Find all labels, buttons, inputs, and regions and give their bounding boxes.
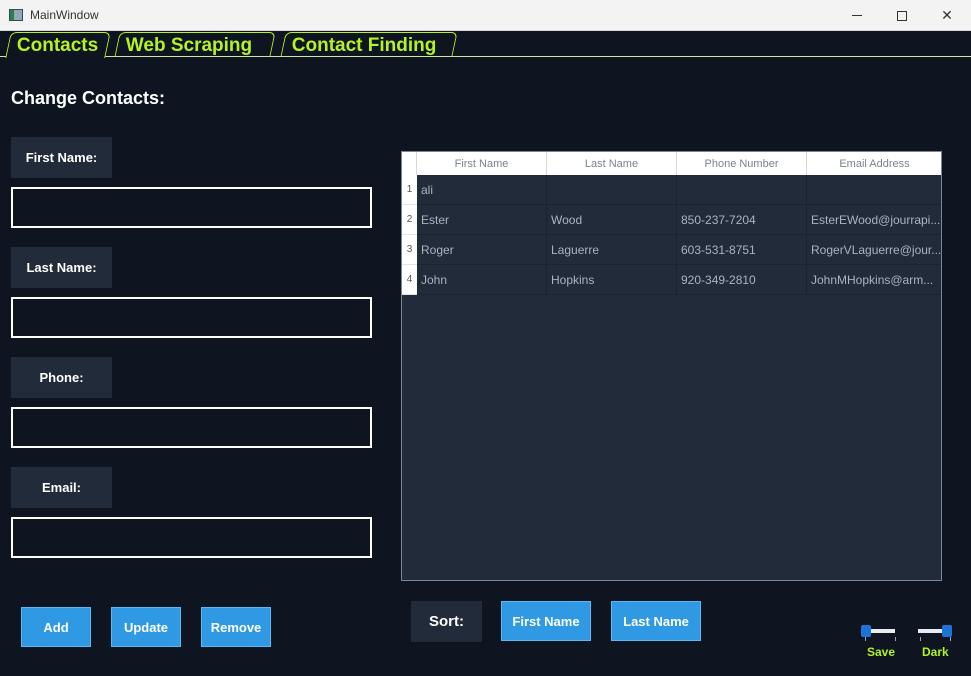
dark-label: Dark	[922, 645, 949, 659]
dark-slider-handle[interactable]	[942, 625, 952, 637]
cell-email[interactable]	[807, 175, 941, 205]
header-first-name[interactable]: First Name	[417, 152, 547, 175]
header-phone-number[interactable]: Phone Number	[677, 152, 807, 175]
last-name-input[interactable]	[11, 297, 372, 338]
table-row[interactable]: John Hopkins 920-349-2810 JohnMHopkins@a…	[417, 265, 941, 295]
minimize-button[interactable]	[834, 0, 880, 31]
table-row[interactable]: Ester Wood 850-237-7204 EsterEWood@jourr…	[417, 205, 941, 235]
slider-tick	[895, 637, 896, 641]
contacts-table[interactable]: First Name Last Name Phone Number Email …	[401, 151, 942, 581]
table-row[interactable]: ali	[417, 175, 941, 205]
cell-email[interactable]: JohnMHopkins@arm...	[807, 265, 941, 295]
cell-email[interactable]: RogerVLaguerre@jour...	[807, 235, 941, 265]
sort-label: Sort:	[411, 601, 482, 642]
page-title: Change Contacts:	[11, 88, 166, 108]
row-number[interactable]: 1	[402, 175, 417, 205]
slider-tick	[950, 637, 951, 641]
minimize-icon	[852, 15, 862, 16]
save-slider[interactable]	[861, 625, 897, 641]
last-name-label: Last Name:	[11, 247, 112, 288]
tab-contacts[interactable]: Contacts	[5, 32, 111, 58]
maximize-icon	[897, 10, 907, 21]
row-number[interactable]: 2	[402, 205, 417, 235]
phone-input[interactable]	[11, 407, 372, 448]
sort-last-name-button[interactable]: Last Name	[611, 601, 701, 641]
cell-first-name[interactable]: John	[417, 265, 547, 295]
tab-web-scraping-label: Web Scraping	[125, 35, 253, 56]
tab-contact-finding-label: Contact Finding	[291, 35, 437, 56]
header-corner[interactable]	[402, 152, 417, 175]
close-icon: ✕	[941, 7, 953, 24]
cell-last-name[interactable]: Laguerre	[547, 235, 677, 265]
cell-phone[interactable]	[677, 175, 807, 205]
cell-phone[interactable]: 920-349-2810	[677, 265, 807, 295]
cell-phone[interactable]: 850-237-7204	[677, 205, 807, 235]
cell-email[interactable]: EsterEWood@jourrapi...	[807, 205, 941, 235]
email-label: Email:	[11, 467, 112, 508]
email-input[interactable]	[11, 517, 372, 558]
slider-tick	[865, 637, 866, 641]
cell-first-name[interactable]: Roger	[417, 235, 547, 265]
dark-slider[interactable]	[916, 625, 952, 641]
save-label: Save	[867, 645, 896, 659]
header-email-address[interactable]: Email Address	[807, 152, 941, 175]
first-name-input[interactable]	[11, 187, 372, 228]
cell-first-name[interactable]: Ester	[417, 205, 547, 235]
row-number[interactable]: 3	[402, 235, 417, 265]
maximize-button[interactable]	[879, 0, 925, 31]
slider-tick	[920, 637, 921, 641]
window-titlebar: MainWindow ✕	[0, 0, 971, 31]
cell-last-name[interactable]: Hopkins	[547, 265, 677, 295]
save-slider-handle[interactable]	[861, 625, 871, 637]
add-button[interactable]: Add	[21, 607, 91, 647]
window-title: MainWindow	[30, 8, 99, 22]
first-name-label: First Name:	[11, 137, 112, 178]
table-row[interactable]: Roger Laguerre 603-531-8751 RogerVLaguer…	[417, 235, 941, 265]
tab-contacts-label: Contacts	[16, 35, 99, 56]
cell-last-name[interactable]: Wood	[547, 205, 677, 235]
table-header: First Name Last Name Phone Number Email …	[402, 152, 941, 175]
tab-contact-finding[interactable]: Contact Finding	[280, 32, 458, 57]
close-button[interactable]: ✕	[924, 0, 970, 31]
header-last-name[interactable]: Last Name	[547, 152, 677, 175]
cell-phone[interactable]: 603-531-8751	[677, 235, 807, 265]
cell-last-name[interactable]	[547, 175, 677, 205]
tab-web-scraping[interactable]: Web Scraping	[114, 32, 276, 57]
row-number[interactable]: 4	[402, 265, 417, 295]
sort-first-name-button[interactable]: First Name	[501, 601, 591, 641]
app-icon	[9, 9, 23, 21]
remove-button[interactable]: Remove	[201, 607, 271, 647]
update-button[interactable]: Update	[111, 607, 181, 647]
cell-first-name[interactable]: ali	[417, 175, 547, 205]
phone-label: Phone:	[11, 357, 112, 398]
